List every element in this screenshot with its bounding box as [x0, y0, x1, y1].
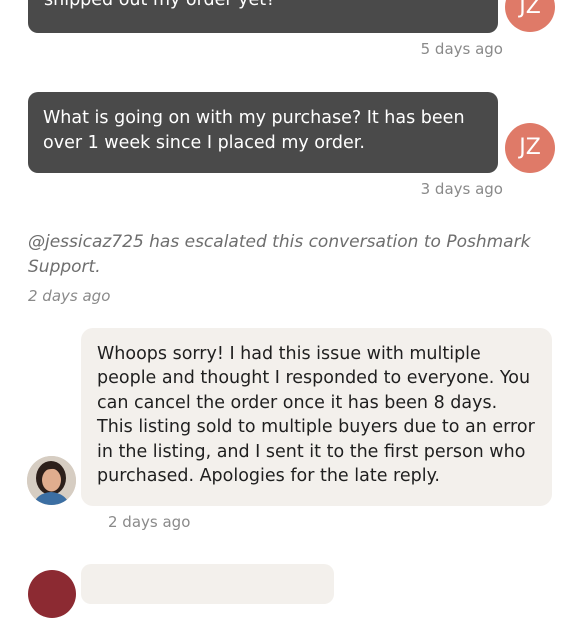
message-text: Whoops sorry! I had this issue with mult…: [97, 344, 535, 487]
avatar-initials: JZ: [519, 135, 541, 160]
buyer-message-bubble: What is going on with my purchase? It ha…: [28, 92, 498, 173]
seller-message-bubble: Whoops sorry! I had this issue with mult…: [81, 328, 552, 506]
seller-avatar[interactable]: [27, 456, 76, 505]
message-timestamp: 3 days ago: [420, 180, 503, 198]
avatar[interactable]: JZ: [505, 0, 555, 32]
next-message-bubble: [81, 564, 334, 604]
buyer-message-bubble: shipped out my order yet?: [28, 0, 498, 33]
avatar[interactable]: [28, 570, 76, 618]
message-text: shipped out my order yet?: [44, 0, 276, 10]
message-timestamp: 5 days ago: [420, 40, 503, 58]
avatar[interactable]: JZ: [505, 123, 555, 173]
person-photo-icon: [27, 456, 76, 505]
message-text: What is going on with my purchase? It ha…: [43, 108, 465, 153]
system-timestamp: 2 days ago: [28, 287, 111, 305]
system-escalation-notice: @jessicaz725 has escalated this conversa…: [28, 232, 531, 277]
message-timestamp: 2 days ago: [108, 513, 191, 531]
avatar-initials: JZ: [519, 0, 541, 19]
